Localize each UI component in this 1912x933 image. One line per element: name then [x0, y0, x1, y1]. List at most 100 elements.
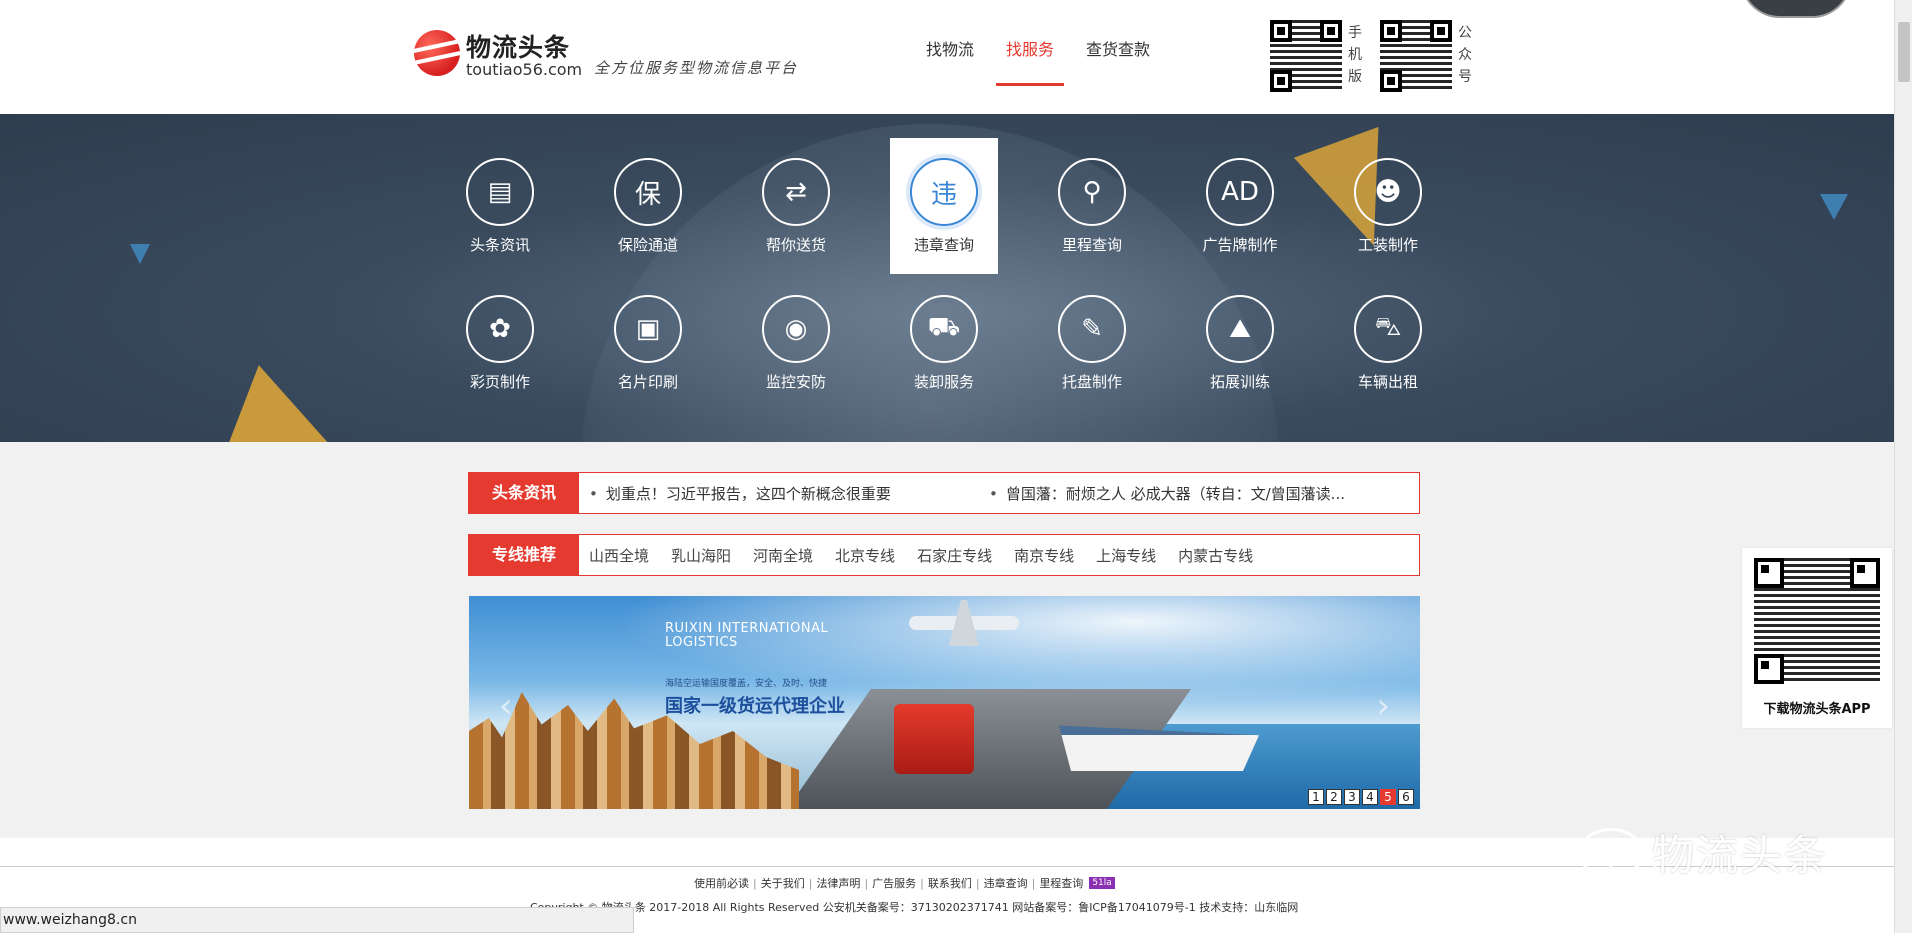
- footer-link[interactable]: 联系我们: [928, 875, 972, 891]
- slider-page-button[interactable]: 5: [1380, 789, 1396, 805]
- service-item[interactable]: ⚲ 里程查询: [1038, 138, 1146, 274]
- car-icon: ⛍: [1354, 295, 1422, 363]
- logo-domain: toutiao56.com: [466, 60, 583, 79]
- page: 物流头条 toutiao56.com 全方位服务型物流信息平台 找物流 找服务 …: [0, 0, 1912, 933]
- wechat-icon: [1578, 827, 1657, 889]
- slide-company: RUIXIN INTERNATIONAL LOGISTICS: [665, 621, 829, 650]
- slider-page-button[interactable]: 4: [1362, 789, 1378, 805]
- app-qr-code: [1754, 558, 1880, 684]
- camera-icon: ◉: [762, 295, 830, 363]
- slide-subtitle: 海陆空运输国度覆盖，安全、及时、快捷: [665, 679, 828, 689]
- main-content: 头条资讯 划重点！习近平报告，这四个新概念很重要 曾国藩：耐烦之人 必成大器（转…: [0, 442, 1894, 838]
- slider-page-button[interactable]: 2: [1326, 789, 1342, 805]
- service-item[interactable]: ⇄ 帮你送货: [742, 138, 850, 274]
- service-label: 帮你送货: [765, 236, 826, 254]
- business-card-icon: ▣: [614, 295, 682, 363]
- news-bar-title: 头条资讯: [469, 473, 579, 513]
- slider-page-button[interactable]: 3: [1344, 789, 1360, 805]
- route-link[interactable]: 乳山海阳: [671, 545, 731, 566]
- service-item[interactable]: ▤ 头条资讯: [446, 138, 554, 274]
- service-item[interactable]: 违违章查询: [890, 138, 998, 274]
- climbing-icon: ⛰: [1206, 295, 1274, 363]
- news-item[interactable]: 划重点！习近平报告，这四个新概念很重要: [589, 483, 979, 504]
- nav-find-services[interactable]: 找服务: [990, 0, 1070, 86]
- logo-globe-icon: [414, 30, 460, 76]
- service-item[interactable]: ✿ 彩页制作: [446, 275, 554, 411]
- service-item[interactable]: ⛍ 车辆出租: [1334, 275, 1442, 411]
- delivery-box-icon: ⇄: [762, 158, 830, 226]
- footer-link[interactable]: 里程查询: [1039, 875, 1083, 891]
- truck-graphic: [894, 704, 974, 774]
- route-link[interactable]: 上海专线: [1096, 545, 1156, 566]
- service-label: 装卸服务: [913, 373, 974, 391]
- service-label: 里程查询: [1061, 236, 1122, 254]
- route-link[interactable]: 南京专线: [1014, 545, 1074, 566]
- billboard-icon: AD: [1206, 158, 1274, 226]
- nav-track-goods[interactable]: 查货查款: [1070, 0, 1166, 84]
- violation-search-icon: 违: [910, 158, 978, 226]
- decor-triangle: [130, 244, 150, 264]
- site-slogan: 全方位服务型物流信息平台: [594, 59, 799, 77]
- routes-bar: 专线推荐 山西全境 乳山海阳 河南全境 北京专线 石家庄专线 南京专线 上海专线…: [468, 534, 1420, 576]
- service-item[interactable]: ▣ 名片印刷: [594, 275, 702, 411]
- service-label: 车辆出租: [1357, 373, 1418, 391]
- browser-status-bar: www.weizhang8.cn: [0, 907, 634, 933]
- service-label: 托盘制作: [1061, 373, 1122, 391]
- mobile-qr-code: [1270, 20, 1342, 92]
- footer-link[interactable]: 关于我们: [761, 875, 805, 891]
- app-download-label: 下载物流头条APP: [1763, 702, 1871, 717]
- slide-headline: 国家一级货运代理企业: [665, 696, 845, 717]
- service-label: 监控安防: [765, 373, 826, 391]
- stats-badge[interactable]: 51la: [1089, 877, 1115, 889]
- logo-title: 物流头条: [466, 33, 571, 62]
- service-item[interactable]: ⛰ 拓展训练: [1186, 275, 1294, 411]
- route-link[interactable]: 北京专线: [835, 545, 895, 566]
- service-item[interactable]: ☻ 工装制作: [1334, 138, 1442, 274]
- news-item[interactable]: 曾国藩：耐烦之人 必成大器（转自：文/曾国藩读...: [989, 483, 1379, 504]
- news-bar: 头条资讯 划重点！习近平报告，这四个新概念很重要 曾国藩：耐烦之人 必成大器（转…: [468, 472, 1420, 514]
- worker-icon: ☻: [1354, 158, 1422, 226]
- service-label: 工装制作: [1357, 236, 1418, 254]
- service-item[interactable]: AD 广告牌制作: [1186, 138, 1294, 274]
- wechat-qr-code: [1380, 20, 1452, 92]
- footer-link[interactable]: 使用前必读: [694, 875, 749, 891]
- slider-page-button[interactable]: 1: [1308, 789, 1324, 805]
- wechat-qr-label: 公众号: [1458, 25, 1472, 85]
- palette-icon: ✿: [466, 295, 534, 363]
- routes-bar-title: 专线推荐: [469, 535, 579, 575]
- footer-link[interactable]: 法律声明: [816, 875, 860, 891]
- decor-triangle: [209, 356, 331, 442]
- service-label: 违章查询: [913, 236, 974, 254]
- footer-link[interactable]: 违章查询: [984, 875, 1028, 891]
- page-scrollbar[interactable]: [1894, 0, 1912, 933]
- promo-slider[interactable]: RUIXIN INTERNATIONAL LOGISTICS 海陆空运输国度覆盖…: [469, 596, 1420, 809]
- route-link[interactable]: 山西全境: [589, 545, 649, 566]
- service-item[interactable]: ✎ 托盘制作: [1038, 275, 1146, 411]
- services-banner: ▤ 头条资讯 保保险通道 ⇄ 帮你送货 违违章查询 ⚲ 里程查询 AD 广告牌制作 ☻ 工装制作 ✿ 彩页…: [0, 114, 1894, 442]
- slider-prev-icon[interactable]: ‹: [499, 686, 513, 726]
- service-item[interactable]: 保保险通道: [594, 138, 702, 274]
- service-label: 保险通道: [617, 236, 678, 254]
- route-link[interactable]: 石家庄专线: [917, 545, 992, 566]
- truck-icon: ⛟: [910, 295, 978, 363]
- service-label: 名片印刷: [617, 373, 678, 391]
- scrollbar-thumb[interactable]: [1898, 22, 1910, 82]
- footer-link[interactable]: 广告服务: [872, 875, 916, 891]
- slider-next-icon[interactable]: ›: [1376, 686, 1390, 726]
- copyright-text: Copyright © 物流头条 2017-2018 All Rights Re…: [530, 901, 1299, 914]
- nav-find-logistics[interactable]: 找物流: [910, 0, 990, 84]
- route-link[interactable]: 内蒙古专线: [1178, 545, 1253, 566]
- decor-triangle: [1820, 194, 1848, 220]
- service-label: 拓展训练: [1209, 373, 1270, 391]
- slider-page-button[interactable]: 6: [1398, 789, 1414, 805]
- app-download-panel[interactable]: 下载物流头条APP: [1742, 548, 1892, 728]
- map-pin-icon: ⚲: [1058, 158, 1126, 226]
- shield-icon: 保: [614, 158, 682, 226]
- service-item[interactable]: ⛟ 装卸服务: [890, 275, 998, 411]
- site-header: 物流头条 toutiao56.com 全方位服务型物流信息平台 找物流 找服务 …: [0, 0, 1894, 114]
- route-link[interactable]: 河南全境: [753, 545, 813, 566]
- newspaper-icon: ▤: [466, 158, 534, 226]
- wechat-watermark: 物流头条: [1578, 822, 1828, 889]
- site-logo[interactable]: 物流头条 toutiao56.com: [414, 28, 582, 82]
- service-item[interactable]: ◉ 监控安防: [742, 275, 850, 411]
